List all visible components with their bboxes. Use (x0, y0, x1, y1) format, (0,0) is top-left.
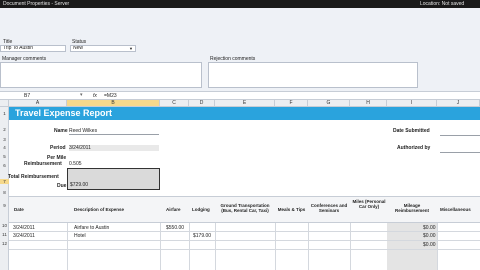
row-header[interactable]: 5 (0, 154, 9, 159)
col-divider (67, 223, 68, 270)
row-divider (9, 249, 480, 250)
table-header-description: Description of Expense (74, 207, 125, 212)
col-divider (189, 223, 190, 270)
row-header[interactable]: 10 (0, 223, 9, 228)
name-box[interactable]: B7 (24, 93, 30, 99)
row-headers: 1 2 3 4 5 6 7 8 9 10 11 12 (0, 107, 9, 270)
manager-comments-field[interactable] (0, 62, 202, 88)
authorized-by-field[interactable] (440, 151, 480, 153)
table-header-date: Date (14, 207, 24, 212)
document-properties-panel: Title Trip To Austin Status New ▼ Manage… (0, 8, 480, 91)
rejection-comments-field[interactable] (208, 62, 418, 88)
title-bar: Document Properties - Server Location: N… (0, 0, 480, 8)
cell-date[interactable]: 3/24/2011 (13, 225, 35, 231)
row-header[interactable]: 12 (0, 241, 9, 246)
table-header-conferences: Conferences and Seminars (310, 203, 348, 213)
column-header[interactable]: C (160, 100, 189, 106)
table-header-airfare: Airfare (166, 207, 181, 212)
row-header[interactable]: 11 (0, 232, 9, 237)
column-header[interactable]: E (215, 100, 275, 106)
formula-bar: B7 ▾ fx =M23 (0, 91, 480, 100)
row-header[interactable]: 6 (0, 163, 9, 168)
cell-airfare[interactable]: $550.00 (166, 225, 184, 231)
due-label: Due (57, 183, 67, 189)
dropdown-icon[interactable]: ▾ (80, 92, 83, 98)
cell-lodging[interactable]: $179.00 (193, 233, 211, 239)
column-header[interactable]: D (189, 100, 215, 106)
col-divider (160, 223, 161, 270)
row-header[interactable]: 2 (0, 127, 9, 132)
col-divider (215, 223, 216, 270)
column-header[interactable]: A (9, 100, 67, 106)
row-header[interactable]: 8 (0, 190, 9, 195)
chevron-down-icon: ▼ (129, 46, 133, 51)
select-all-corner[interactable] (0, 100, 9, 106)
row-header[interactable]: 4 (0, 145, 9, 150)
authorized-by-label: Authorized by (397, 145, 431, 151)
table-header-mileage-reimbursement: Mileage Reimbursement (394, 203, 429, 213)
total-reimbursement-label: Total Reimbursement (8, 174, 59, 180)
period-value[interactable]: 3/24/2011 (69, 145, 159, 151)
cell-date[interactable]: 3/24/2011 (13, 233, 35, 239)
table-header-ground-transport: Ground Transportation (Bus, Rental Car, … (220, 203, 270, 213)
column-header[interactable]: G (308, 100, 350, 106)
window-title: Document Properties - Server (3, 1, 70, 7)
location-text: Location: Not saved (420, 1, 465, 7)
report-title-banner: Travel Expense Report (9, 107, 480, 120)
report-title: Travel Expense Report (15, 108, 113, 118)
column-header[interactable]: H (350, 100, 387, 106)
row-divider (9, 240, 480, 241)
col-divider (275, 223, 276, 270)
cell-description[interactable]: Airfare to Austin (74, 225, 109, 231)
date-submitted-field[interactable] (440, 134, 480, 136)
cell-description[interactable]: Hotel (74, 233, 86, 239)
reimbursement-label: Reimbursement (24, 161, 62, 167)
cell-mileage[interactable]: $0.00 (423, 225, 436, 231)
column-header[interactable]: B (67, 100, 160, 106)
reimbursement-value[interactable]: 0.505 (69, 161, 82, 167)
table-header-miles: Miles (Personal Car Only) (352, 199, 386, 209)
selected-cell-b7[interactable]: $729.00 (67, 168, 160, 190)
row-header[interactable]: 1 (0, 111, 9, 116)
cell-mileage[interactable]: $0.00 (423, 233, 436, 239)
name-label: Name (54, 128, 68, 134)
table-header-meals: Meals & Tips (277, 207, 306, 212)
formula-input[interactable]: =M23 (104, 93, 117, 99)
table-header-lodging: Lodging (192, 207, 210, 212)
col-divider (350, 223, 351, 270)
status-select[interactable]: New ▼ (70, 45, 136, 52)
table-header-miscellaneous: Miscellaneous (440, 207, 471, 212)
period-label: Period (50, 145, 66, 151)
cell-mileage[interactable]: $0.00 (423, 242, 436, 248)
name-value[interactable]: Reed Wilkes (69, 128, 159, 135)
column-header[interactable]: I (387, 100, 437, 106)
column-headers: A B C D E F G H I J (0, 100, 480, 107)
col-divider (308, 223, 309, 270)
row-header[interactable]: 9 (0, 203, 9, 208)
title-field[interactable]: Trip To Austin (0, 45, 66, 52)
row-header[interactable]: 3 (0, 137, 9, 142)
column-header[interactable]: J (437, 100, 480, 106)
column-header[interactable]: F (275, 100, 308, 106)
date-submitted-label: Date Submitted (393, 128, 430, 134)
row-divider (9, 231, 480, 232)
col-divider (437, 223, 438, 270)
fx-icon[interactable]: fx (93, 93, 97, 99)
due-value: $729.00 (70, 182, 89, 188)
